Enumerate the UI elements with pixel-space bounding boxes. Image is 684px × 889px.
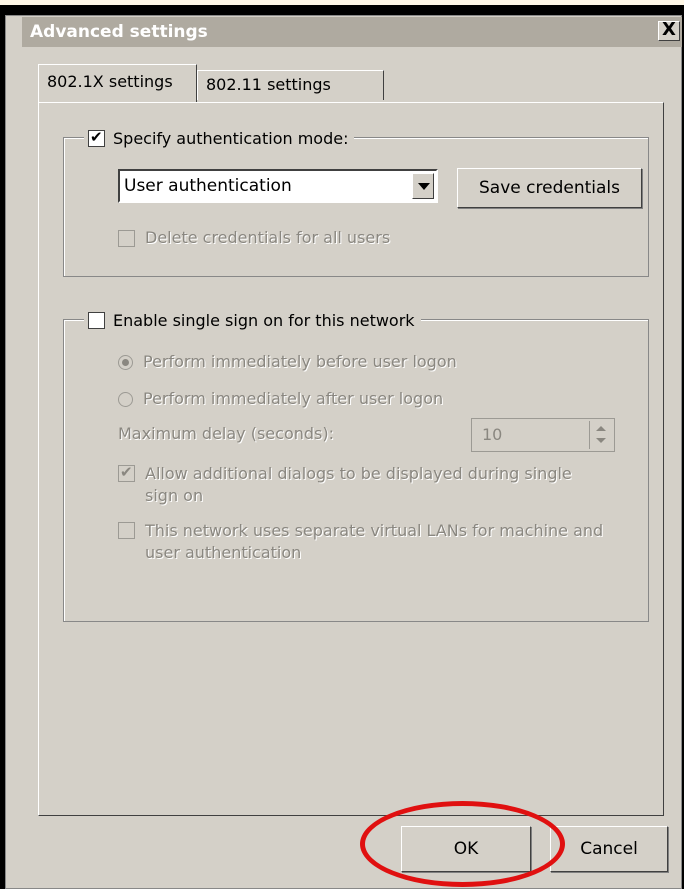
perform-after-logon-radio[interactable] [118,392,133,407]
specify-auth-mode-label: Specify authentication mode: [113,128,349,148]
delete-credentials-row: Delete credentials for all users [118,228,390,247]
allow-dialogs-label: Allow additional dialogs to be displayed… [145,464,572,505]
radio-before-row: Perform immediately before user logon [118,352,457,371]
enable-sso-label: Enable single sign on for this network [113,310,415,330]
max-delay-value: 10 [482,425,503,444]
perform-before-logon-radio[interactable] [118,355,133,370]
max-delay-row: Maximum delay (seconds): [118,424,334,443]
save-credentials-button[interactable]: Save credentials [457,168,642,208]
sso-legend: Enable single sign on for this network [84,307,421,333]
radio-after-row: Perform immediately after user logon [118,389,443,408]
specify-auth-mode-checkbox[interactable] [88,128,105,147]
vlan-row: This network uses separate virtual LANs … [118,520,608,564]
perform-before-logon-label: Perform immediately before user logon [143,352,457,371]
separate-vlan-checkbox[interactable] [118,522,135,539]
ok-button[interactable]: OK [401,826,531,872]
tab-80211-settings[interactable]: 802.11 settings [197,70,384,100]
allow-dialogs-row: Allow additional dialogs to be displayed… [118,463,608,507]
auth-mode-legend: Specify authentication mode: [84,125,355,151]
perform-after-logon-label: Perform immediately after user logon [143,389,444,408]
delete-credentials-label: Delete credentials for all users [145,228,391,247]
title-bar[interactable]: Advanced settings X [22,17,682,47]
tab-8021x-settings[interactable]: 802.1X settings [38,64,197,102]
max-delay-label: Maximum delay (seconds): [118,424,334,443]
cancel-button[interactable]: Cancel [550,826,668,872]
auth-mode-dropdown[interactable]: User authentication [118,169,438,203]
separate-vlan-label: This network uses separate virtual LANs … [145,521,604,562]
delete-credentials-checkbox[interactable] [118,230,135,247]
allow-dialogs-checkbox[interactable] [118,463,135,482]
max-delay-spinner[interactable]: 10 [471,418,615,452]
window-title: Advanced settings [30,22,208,42]
dropdown-arrow-icon[interactable] [412,173,434,199]
auth-mode-value: User authentication [124,176,292,196]
close-button[interactable]: X [658,21,680,41]
enable-sso-checkbox[interactable] [88,311,105,329]
spinner-arrows-icon[interactable] [589,421,612,449]
